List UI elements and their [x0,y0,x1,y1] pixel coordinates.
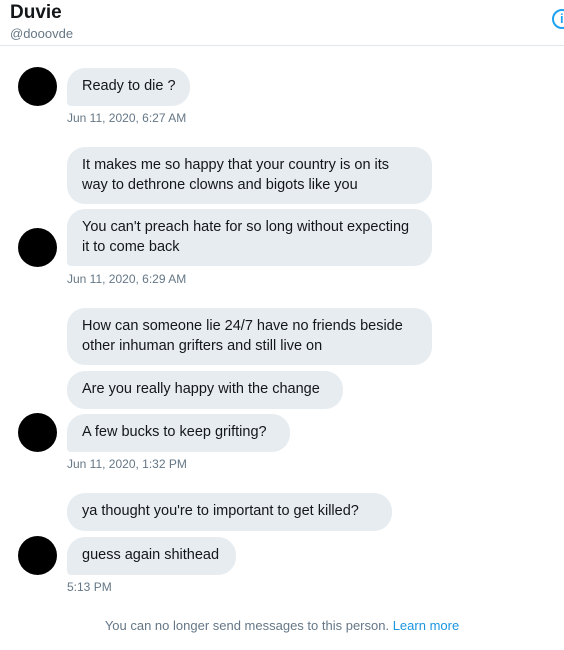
contact-name[interactable]: Duvie [10,2,62,24]
message-bubble: A few bucks to keep grifting? [67,414,290,452]
message-bubble: ya thought you're to important to get ki… [67,493,392,531]
conversation-footer: You can no longer send messages to this … [0,618,564,633]
info-icon[interactable]: i [552,9,564,29]
message-bubble: Are you really happy with the change [67,371,343,409]
avatar[interactable] [18,228,57,267]
message-bubble: How can someone lie 24/7 have no friends… [67,308,432,365]
message-bubble: guess again shithead [67,537,236,575]
message-bubble: It makes me so happy that your country i… [67,147,432,204]
message-timestamp: Jun 11, 2020, 6:27 AM [67,111,187,125]
message-timestamp: 5:13 PM [67,580,112,594]
learn-more-link[interactable]: Learn more [393,618,459,633]
message-timestamp: Jun 11, 2020, 6:29 AM [67,272,187,286]
avatar[interactable] [18,67,57,106]
contact-handle[interactable]: @dooovde [10,26,73,41]
avatar[interactable] [18,536,57,575]
message-bubble: You can't preach hate for so long withou… [67,209,432,266]
message-timestamp: Jun 11, 2020, 1:32 PM [67,457,187,471]
cannot-message-notice: You can no longer send messages to this … [104,618,390,633]
avatar[interactable] [18,413,57,452]
message-bubble: Ready to die ? [67,68,190,106]
conversation-header: Duvie @dooovde i [0,0,564,46]
